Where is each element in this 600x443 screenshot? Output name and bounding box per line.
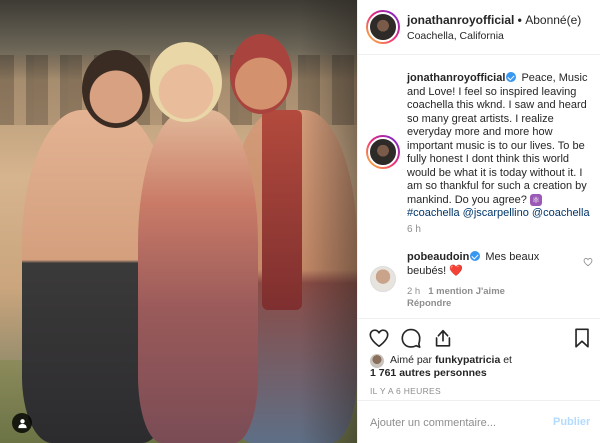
comment-timestamp: 2 h	[407, 286, 421, 297]
author-line: jonathanroyofficial • Abonné(e)	[407, 13, 581, 27]
likes-prefix: Aimé par	[390, 354, 433, 366]
post-header: jonathanroyofficial • Abonné(e) Coachell…	[358, 0, 600, 55]
mention-link-1[interactable]: @jscarpellino	[463, 207, 529, 219]
photo-person-left-head	[82, 50, 150, 128]
comment-like-heart-icon[interactable]	[583, 257, 593, 267]
liker-username[interactable]: funkypatricia	[435, 354, 500, 366]
commenter-verified-badge-icon	[470, 251, 481, 261]
atom-emoji-icon: ⚛	[529, 193, 542, 206]
share-upload-icon[interactable]	[432, 327, 454, 349]
likes-count-line: 1 761 autres personnes	[370, 367, 487, 379]
person-icon	[17, 418, 27, 428]
post-location[interactable]: Coachella, California	[407, 30, 504, 42]
post-photo[interactable]	[0, 0, 357, 443]
photo-shadow	[300, 0, 357, 443]
post-timestamp[interactable]: IL Y A 6 HEURES	[370, 386, 441, 396]
comment-item: pobeaudoin Mes beaux beubés! ❤️ 2 h 1 men…	[358, 240, 600, 315]
comment-meta: 2 h 1 mention J'aime	[407, 286, 505, 297]
comment-like-count[interactable]: 1 mention J'aime	[428, 286, 505, 297]
save-bookmark-icon[interactable]	[571, 327, 593, 349]
tagged-people-button[interactable]	[12, 413, 32, 433]
post-sidebar: jonathanroyofficial • Abonné(e) Coachell…	[357, 0, 600, 443]
add-comment-bar: Publier	[358, 400, 600, 443]
photo-person-center	[138, 110, 258, 443]
comment-input[interactable]	[370, 415, 535, 431]
author-avatar[interactable]	[366, 10, 400, 44]
caption-body: Peace, Music and Love! I feel so inspire…	[407, 72, 588, 206]
comment-bubble-icon[interactable]	[400, 327, 422, 349]
liker-avatar[interactable]	[370, 354, 384, 368]
verified-badge-icon	[506, 72, 517, 82]
likes-suffix: et	[503, 354, 512, 366]
commenter-avatar[interactable]	[370, 266, 396, 292]
likes-count[interactable]: 1 761 autres personnes	[370, 367, 487, 379]
hashtag-link[interactable]: #coachella	[407, 207, 460, 219]
caption-avatar[interactable]	[366, 135, 400, 169]
header-separator: •	[514, 13, 526, 27]
red-heart-emoji-icon: ❤️	[449, 264, 463, 277]
photo-person-center-head	[150, 42, 222, 122]
caption-username[interactable]: jonathanroyofficial	[407, 72, 505, 84]
likes-summary: Aimé par funkypatricia et 1 761 autres p…	[358, 350, 600, 385]
like-heart-icon[interactable]	[368, 327, 390, 349]
photo-person-right-head	[230, 34, 292, 114]
reply-button[interactable]: Répondre	[407, 298, 451, 309]
author-username[interactable]: jonathanroyofficial	[407, 13, 514, 27]
caption-text-block: jonathanroyofficial Peace, Music and Lov…	[407, 71, 595, 221]
follow-status[interactable]: Abonné(e)	[525, 13, 581, 27]
comment-text-block: pobeaudoin Mes beaux beubés! ❤️	[407, 250, 577, 278]
publish-button[interactable]: Publier	[553, 416, 590, 428]
caption-timestamp[interactable]: 6 h	[407, 224, 421, 235]
mention-link-2[interactable]: @coachella	[532, 207, 590, 219]
photo-scarf	[262, 110, 302, 310]
commenter-username[interactable]: pobeaudoin	[407, 251, 469, 263]
caption-avatar-image	[368, 137, 398, 167]
author-avatar-image	[368, 12, 398, 42]
likes-line: Aimé par funkypatricia et	[390, 354, 512, 366]
post-caption: jonathanroyofficial Peace, Music and Lov…	[358, 55, 600, 240]
